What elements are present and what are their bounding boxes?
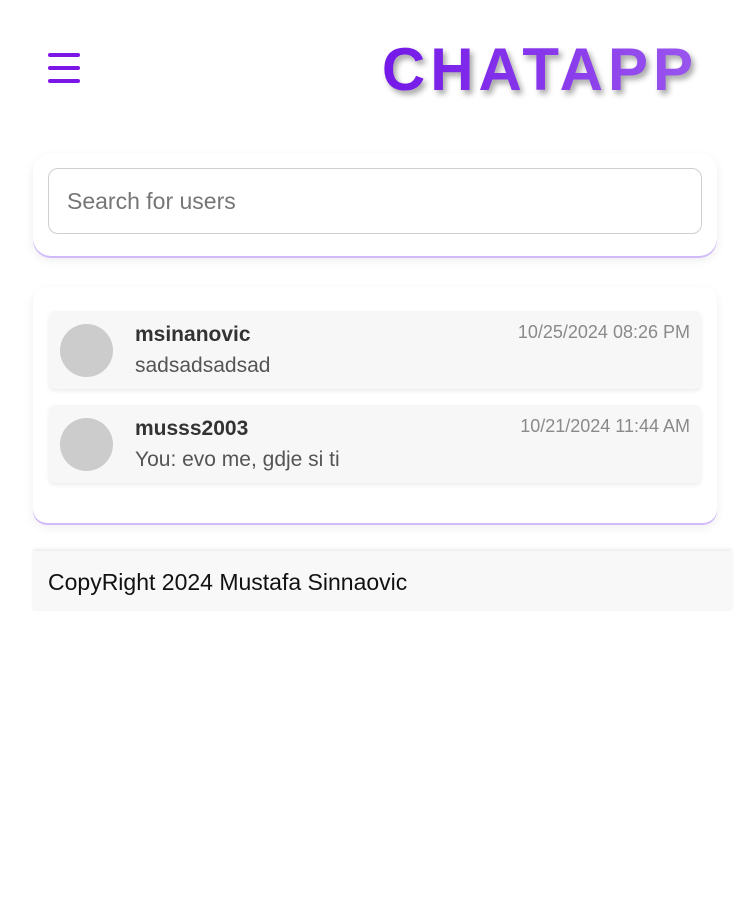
conversation-list: msinanovic sadsadsadsad 10/25/2024 08:26… [33,287,717,523]
avatar [60,418,113,471]
hamburger-menu-icon-bar [48,79,80,83]
search-panel [33,153,717,256]
conversation-username: musss2003 [135,417,249,440]
conversation-timestamp: 10/25/2024 08:26 PM [517,322,690,342]
user-search-input[interactable] [48,168,702,234]
hamburger-menu-icon [48,53,80,57]
conversation-item[interactable]: musss2003 You: evo me, gdje si ti 10/21/… [49,405,701,483]
conversation-timestamp: 10/21/2024 11:44 AM [520,416,690,436]
page-footer: CopyRight 2024 Mustafa Sinnaovic [33,551,732,611]
app-header: CHATAPP [0,0,748,140]
conversation-last-message: sadsadsadsad [135,354,271,377]
conversation-item[interactable]: msinanovic sadsadsadsad 10/25/2024 08:26… [49,311,701,389]
copyright-text: CopyRight 2024 Mustafa Sinnaovic [48,569,408,595]
conversation-last-message: You: evo me, gdje si ti [135,448,340,471]
conversation-username: msinanovic [135,323,251,346]
app-title: CHATAPP [382,34,698,106]
hamburger-menu-button[interactable] [46,50,82,86]
hamburger-menu-icon-bar [48,66,80,70]
avatar [60,324,113,377]
